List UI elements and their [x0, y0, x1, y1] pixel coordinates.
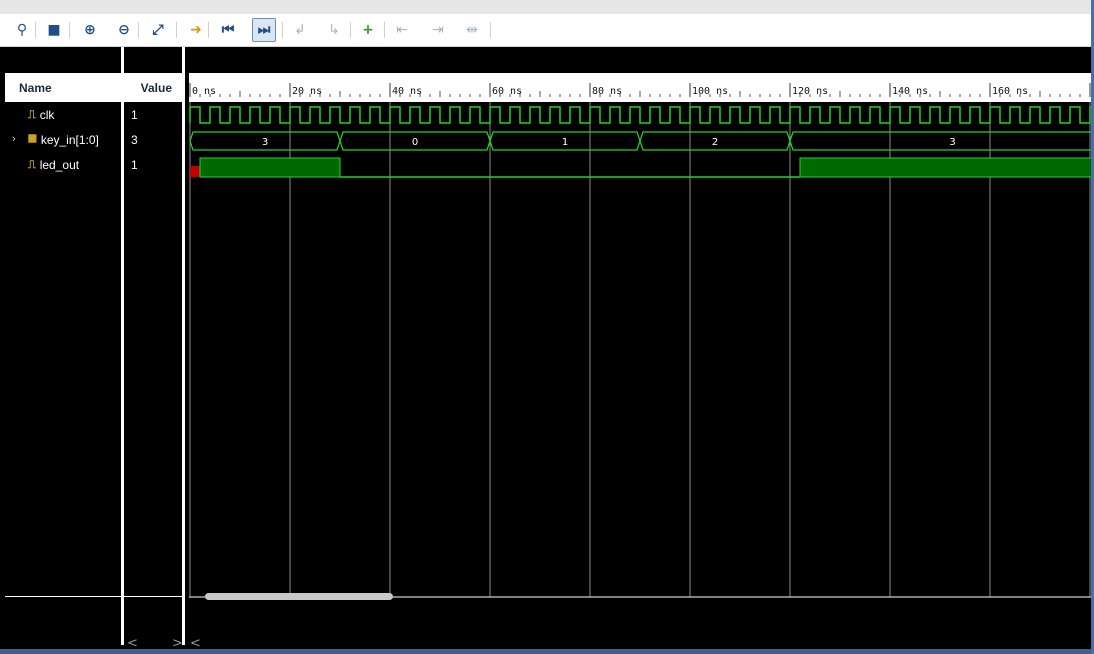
waveform-canvas[interactable]: 0 ns 20 ns 40 ns 60 ns 80 ns 100 ns 120 ns 140 … — [189, 47, 1094, 654]
search-button[interactable]: ⚲ — [10, 18, 34, 42]
signal-name: clk — [39, 108, 55, 122]
toolbar-separator — [176, 22, 177, 38]
previous-transition-button[interactable]: ↲ — [288, 18, 312, 42]
waveform-toolbar: ⚲ ■ ⊕ ⊖ ⤢ ➜ ⏮ ⏭ ↲ ↳ + ⇤ ⇥ ⇹ — [0, 14, 1094, 47]
swap-cursors-icon: ⇹ — [466, 22, 478, 38]
toolbar-separator — [350, 22, 351, 38]
signal-name: key_in[1:0] — [40, 133, 99, 147]
horizontal-scroll-thumb[interactable] — [205, 593, 393, 600]
toolbar-separator — [35, 22, 36, 38]
go-to-time-zero-icon: ⏮ — [221, 22, 235, 38]
toolbar-separator — [384, 22, 385, 38]
previous-marker-button[interactable]: ⇤ — [390, 18, 414, 42]
next-transition-button[interactable]: ↳ — [322, 18, 346, 42]
bus-signal-icon: ⯀ — [28, 133, 37, 146]
key-in-bus-value: 0 — [412, 137, 418, 148]
signal-row-key-in-1-0[interactable]: ⯀ key_in[1:0] — [28, 129, 99, 151]
go-to-last-time-icon: ⏭ — [257, 22, 271, 38]
go-to-cursor-button[interactable]: ➜ — [184, 18, 208, 42]
value-column-header[interactable]: Value — [124, 73, 182, 102]
window-top-strip — [0, 0, 1094, 14]
zoom-out-button[interactable]: ⊖ — [112, 18, 136, 42]
key-in-bus-segment — [789, 131, 1094, 151]
toolbar-separator — [138, 22, 139, 38]
ruler-tick-label: 80 ns — [592, 86, 622, 97]
value-header-label: Value — [140, 80, 172, 95]
led-out-high-segment — [199, 157, 341, 178]
signal-row-clk[interactable]: ⎍ clk — [28, 104, 54, 126]
name-value-divider[interactable] — [121, 47, 124, 645]
ruler-tick-label: 40 ns — [392, 86, 422, 97]
signal-name: led_out — [39, 158, 80, 172]
led-out-high-segment — [799, 157, 1094, 178]
toolbar-separator — [282, 22, 283, 38]
bit-signal-icon: ⎍ — [28, 108, 36, 121]
next-transition-icon: ↳ — [328, 22, 340, 38]
signal-value: 3 — [131, 133, 138, 147]
value-wave-divider[interactable] — [182, 47, 185, 645]
zoom-out-icon: ⊖ — [118, 22, 130, 38]
name-header-label: Name — [19, 80, 52, 95]
time-ruler — [189, 73, 1094, 102]
next-marker-icon: ⇥ — [432, 22, 444, 38]
bit-signal-icon: ⎍ — [28, 158, 36, 171]
go-to-time-zero-button[interactable]: ⏮ — [216, 18, 240, 42]
toolbar-separator — [490, 22, 491, 38]
ruler-tick-label: 60 ns — [492, 86, 522, 97]
expand-chevron-icon[interactable]: › — [12, 133, 16, 145]
zoom-in-icon: ⊕ — [84, 22, 96, 38]
led-out-unknown-segment — [190, 166, 200, 177]
waveform-svg: 0 ns 20 ns 40 ns 60 ns 80 ns 100 ns 120 ns 140 … — [189, 73, 1094, 598]
signal-row-led-out[interactable]: ⎍ led_out — [28, 154, 79, 176]
next-marker-button[interactable]: ⇥ — [426, 18, 450, 42]
key-in-bus-value: 3 — [262, 137, 268, 148]
add-marker-button[interactable]: + — [356, 18, 380, 42]
toolbar-separator — [208, 22, 209, 38]
search-icon: ⚲ — [16, 22, 28, 38]
add-marker-icon: + — [362, 22, 374, 38]
window-bottom-border — [0, 649, 1094, 654]
previous-marker-icon: ⇤ — [396, 22, 408, 38]
zoom-fit-button[interactable]: ⤢ — [146, 18, 170, 42]
pane-bottom-rule — [5, 596, 185, 597]
toolbar-separator — [69, 22, 70, 38]
go-to-cursor-icon: ➜ — [190, 22, 202, 38]
ruler-tick-label: 0 ns — [192, 86, 216, 97]
key-in-bus-value: 1 — [562, 137, 568, 148]
key-in-bus-value: 3 — [949, 137, 955, 148]
save-icon: ■ — [47, 22, 61, 38]
zoom-in-button[interactable]: ⊕ — [78, 18, 102, 42]
swap-cursors-button[interactable]: ⇹ — [460, 18, 484, 42]
name-column-header[interactable]: Name — [5, 73, 121, 102]
signal-value: 1 — [131, 158, 138, 172]
go-to-last-time-button[interactable]: ⏭ — [252, 18, 276, 42]
signal-value: 1 — [131, 108, 138, 122]
previous-transition-icon: ↲ — [294, 22, 306, 38]
save-button[interactable]: ■ — [42, 18, 66, 42]
ruler-tick-label: 20 ns — [292, 86, 322, 97]
clk-waveform — [189, 106, 1094, 124]
zoom-fit-icon: ⤢ — [152, 22, 164, 38]
waveform-viewer: Name Value ⎍ clk 1 ⯀ key_in[1:0] › 3 ⎍ led_out 1 … — [0, 47, 1094, 654]
key-in-bus-value: 2 — [712, 137, 718, 148]
